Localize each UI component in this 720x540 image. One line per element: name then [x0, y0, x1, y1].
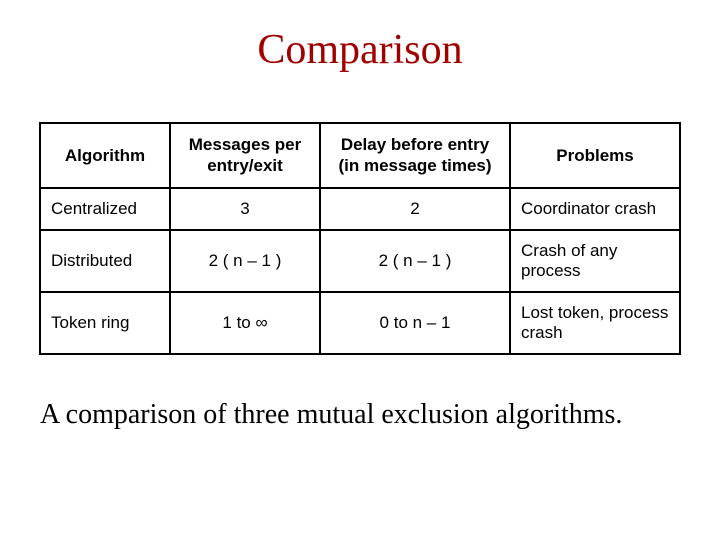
cell-messages: 2 ( n – 1 ) — [170, 230, 320, 292]
cell-delay: 2 — [320, 188, 510, 230]
cell-algorithm: Distributed — [40, 230, 170, 292]
cell-delay: 2 ( n – 1 ) — [320, 230, 510, 292]
col-header-delay: Delay before entry (in message times) — [320, 123, 510, 188]
table-row: Centralized 3 2 Coordinator crash — [40, 188, 680, 230]
table-row: Token ring 1 to ∞ 0 to n – 1 Lost token,… — [40, 292, 680, 354]
cell-messages: 3 — [170, 188, 320, 230]
cell-algorithm: Centralized — [40, 188, 170, 230]
comparison-table: Algorithm Messages per entry/exit Delay … — [39, 122, 681, 355]
slide: Comparison Algorithm Messages per entry/… — [0, 0, 720, 540]
cell-messages: 1 to ∞ — [170, 292, 320, 354]
col-header-messages: Messages per entry/exit — [170, 123, 320, 188]
col-header-algorithm: Algorithm — [40, 123, 170, 188]
cell-algorithm: Token ring — [40, 292, 170, 354]
cell-problems: Coordinator crash — [510, 188, 680, 230]
cell-delay: 0 to n – 1 — [320, 292, 510, 354]
slide-caption: A comparison of three mutual exclusion a… — [40, 399, 680, 431]
table-header-row: Algorithm Messages per entry/exit Delay … — [40, 123, 680, 188]
slide-title: Comparison — [30, 26, 690, 74]
table-row: Distributed 2 ( n – 1 ) 2 ( n – 1 ) Cras… — [40, 230, 680, 292]
col-header-problems: Problems — [510, 123, 680, 188]
cell-problems: Crash of any process — [510, 230, 680, 292]
cell-problems: Lost token, process crash — [510, 292, 680, 354]
